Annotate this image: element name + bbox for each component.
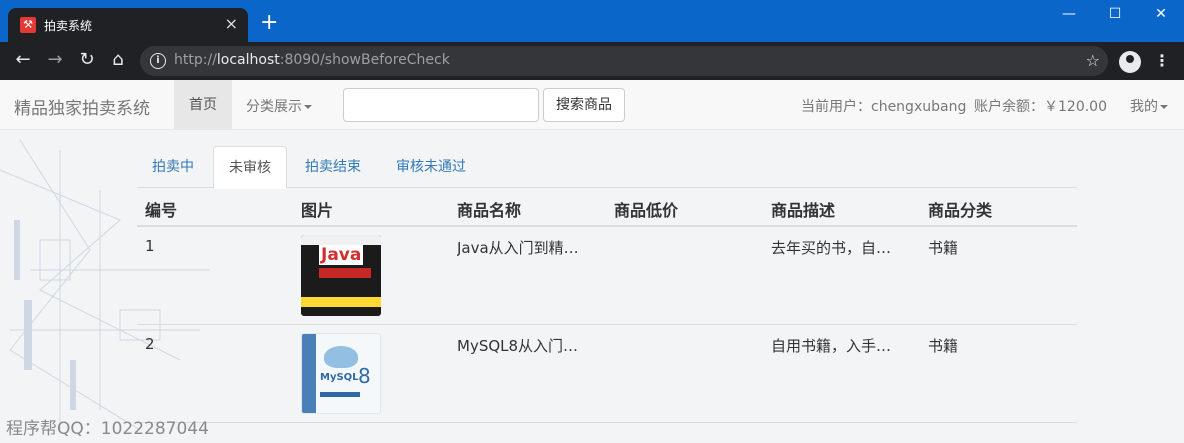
close-tab-icon[interactable]: × — [225, 15, 238, 33]
account-balance: 账户余额：￥120.00 — [974, 99, 1107, 115]
table-row: 2 MySQL 8 MySQL8从入门… 自用书籍，入手… 书籍 — [137, 325, 1077, 423]
cell-name: MySQL8从入门… — [457, 337, 579, 355]
address-bar[interactable]: i http://localhost:8090/showBeforeCheck … — [140, 46, 1108, 76]
tab-review-rejected[interactable]: 审核未通过 — [381, 146, 481, 188]
status-tabs: 拍卖中 未审核 拍卖结束 审核未通过 — [137, 146, 1077, 189]
search-input[interactable] — [343, 88, 539, 122]
header-id: 编号 — [145, 201, 178, 220]
auction-favicon-icon: ⚒ — [20, 17, 36, 33]
home-icon[interactable]: ⌂ — [107, 50, 129, 70]
tab-auction-ended[interactable]: 拍卖结束 — [290, 146, 376, 188]
url-text: http://localhost:8090/showBeforeCheck — [174, 52, 450, 68]
table-header: 编号 图片 商品名称 商品低价 商品描述 商品分类 — [137, 188, 1077, 227]
cell-id: 1 — [145, 237, 155, 255]
close-window-icon[interactable]: ✕ — [1138, 6, 1184, 22]
header-name: 商品名称 — [457, 201, 522, 220]
chevron-down-icon — [304, 105, 312, 109]
header-low-price: 商品低价 — [614, 201, 679, 220]
chevron-down-icon — [1160, 105, 1168, 109]
header-category: 商品分类 — [928, 201, 993, 220]
cell-id: 2 — [145, 335, 155, 353]
cell-category: 书籍 — [928, 239, 959, 257]
cell-description: 去年买的书，自… — [771, 239, 892, 257]
cell-name: Java从入门到精… — [457, 239, 579, 257]
cell-category: 书籍 — [928, 337, 959, 355]
table-row: 1 Java Java从入门到精… 去年买的书，自… 书籍 — [137, 227, 1077, 325]
tab-title: 拍卖系统 — [44, 19, 93, 33]
browser-tab-bar: ⚒ 拍卖系统 × + — ☐ ✕ — [0, 0, 1184, 42]
forward-icon[interactable]: → — [44, 50, 66, 70]
nav-home[interactable]: 首页 — [174, 80, 232, 130]
nav-mine-dropdown[interactable]: 我的 — [1130, 96, 1168, 116]
current-user: 当前用户：chengxubang — [801, 99, 967, 115]
star-icon[interactable]: ☆ — [1086, 51, 1100, 70]
header-image: 图片 — [301, 201, 334, 220]
minimize-window-icon[interactable]: — — [1046, 6, 1092, 22]
browser-tab[interactable]: ⚒ 拍卖系统 × — [8, 8, 248, 42]
tab-unreviewed[interactable]: 未审核 — [213, 146, 287, 189]
top-navbar: 精品独家拍卖系统 首页 分类展示 搜索商品 当前用户：chengxubang 账… — [0, 80, 1184, 130]
java-book-cover: Java — [301, 235, 381, 316]
cell-description: 自用书籍，入手… — [771, 337, 892, 355]
main-content: 拍卖中 未审核 拍卖结束 审核未通过 编号 图片 商品名称 商品低价 商品描述 … — [137, 146, 1077, 443]
page-body: 精品独家拍卖系统 首页 分类展示 搜索商品 当前用户：chengxubang 账… — [0, 80, 1184, 443]
mysql-book-cover: MySQL 8 — [301, 333, 381, 414]
brand-title[interactable]: 精品独家拍卖系统 — [14, 94, 150, 119]
info-icon[interactable]: i — [150, 53, 166, 69]
tab-auctioning[interactable]: 拍卖中 — [137, 146, 209, 188]
search-button[interactable]: 搜索商品 — [543, 88, 625, 122]
new-tab-button[interactable]: + — [260, 12, 278, 34]
nav-mine-label: 我的 — [1130, 99, 1158, 115]
back-icon[interactable]: ← — [12, 50, 34, 70]
header-description: 商品描述 — [771, 201, 836, 220]
browser-toolbar: ← → ↻ ⌂ i http://localhost:8090/showBefo… — [0, 42, 1184, 80]
profile-icon[interactable] — [1119, 51, 1141, 73]
nav-category-label: 分类展示 — [246, 99, 302, 115]
nav-category-dropdown[interactable]: 分类展示 — [246, 96, 312, 116]
watermark-text: 程序帮QQ：1022287044 — [6, 419, 209, 439]
maximize-window-icon[interactable]: ☐ — [1092, 6, 1138, 22]
menu-icon[interactable]: ⋮ — [1154, 51, 1170, 70]
reload-icon[interactable]: ↻ — [76, 50, 98, 70]
